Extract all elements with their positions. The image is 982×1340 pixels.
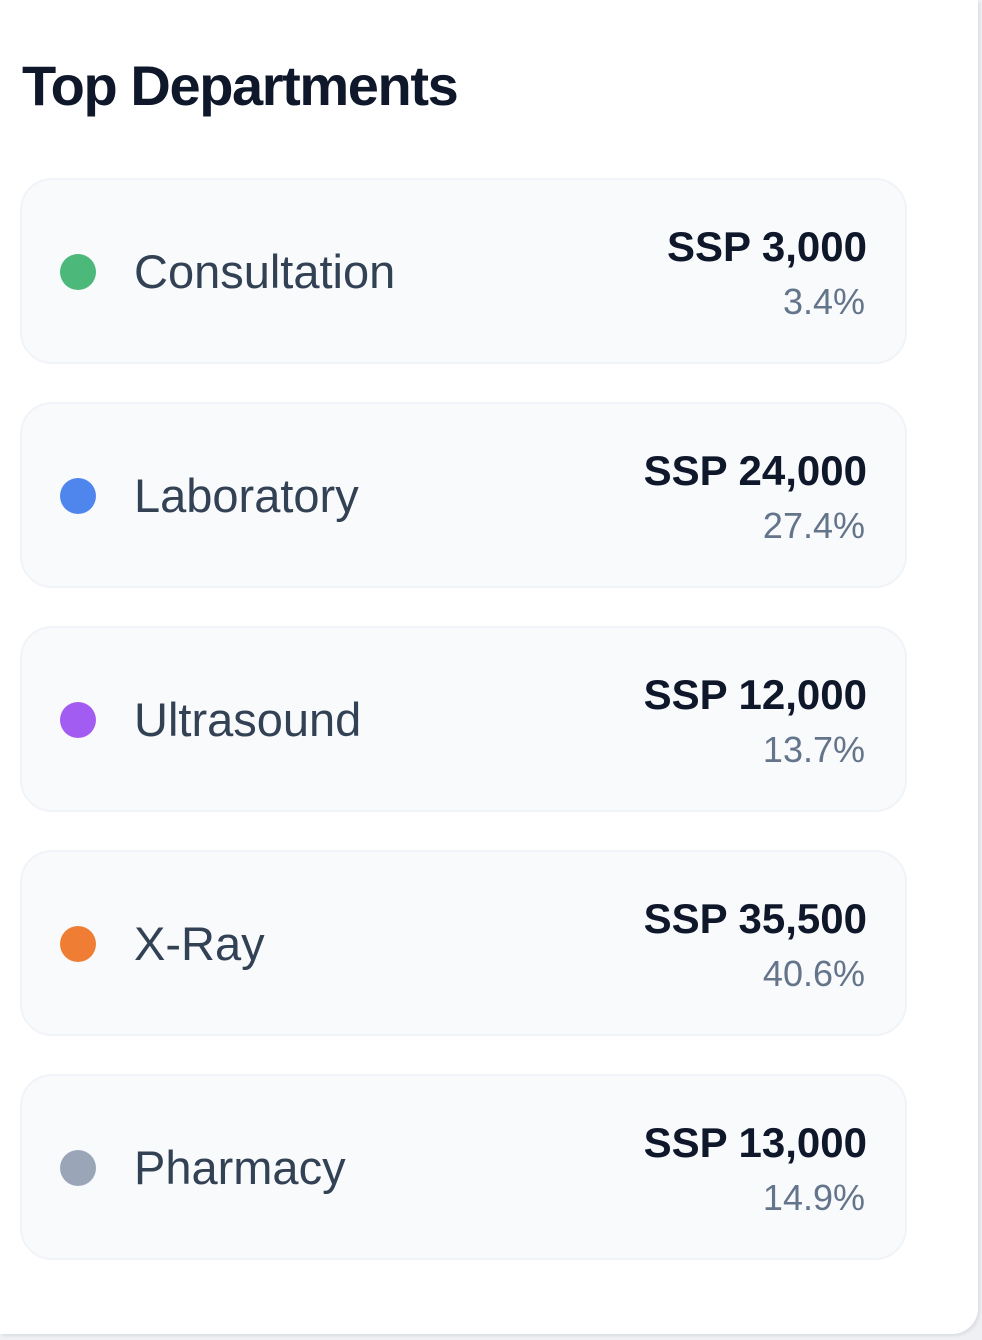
- department-row-ultrasound[interactable]: Ultrasound SSP 12,000 13.7%: [20, 626, 907, 812]
- department-color-dot-icon: [60, 926, 96, 962]
- department-name: Ultrasound: [134, 693, 362, 746]
- department-color-dot-icon: [60, 254, 96, 290]
- card-title: Top Departments: [22, 54, 459, 117]
- department-amount: SSP 13,000: [643, 1119, 867, 1166]
- department-amount: SSP 3,000: [666, 223, 867, 270]
- department-share-percent: 27.4%: [762, 505, 865, 546]
- department-amount: SSP 35,500: [643, 895, 867, 942]
- department-row-pharmacy[interactable]: Pharmacy SSP 13,000 14.9%: [20, 1074, 907, 1260]
- department-name: Consultation: [134, 245, 396, 298]
- department-amount: SSP 12,000: [643, 671, 867, 718]
- department-row-consultation[interactable]: Consultation SSP 3,000 3.4%: [20, 178, 907, 364]
- department-name: Laboratory: [134, 469, 359, 522]
- department-list: Consultation SSP 3,000 3.4% Laboratory S…: [20, 178, 907, 1298]
- department-row-x-ray[interactable]: X-Ray SSP 35,500 40.6%: [20, 850, 907, 1036]
- department-color-dot-icon: [60, 478, 96, 514]
- department-share-percent: 13.7%: [762, 729, 865, 770]
- department-color-dot-icon: [60, 1150, 96, 1186]
- department-share-percent: 40.6%: [762, 953, 865, 994]
- department-name: X-Ray: [134, 917, 265, 970]
- department-color-dot-icon: [60, 702, 96, 738]
- department-share-percent: 14.9%: [762, 1177, 865, 1218]
- department-row-laboratory[interactable]: Laboratory SSP 24,000 27.4%: [20, 402, 907, 588]
- department-name: Pharmacy: [134, 1141, 346, 1194]
- department-amount: SSP 24,000: [643, 447, 867, 494]
- top-departments-card: Top Departments Consultation SSP 3,000 3…: [0, 0, 978, 1334]
- department-share-percent: 3.4%: [782, 281, 865, 322]
